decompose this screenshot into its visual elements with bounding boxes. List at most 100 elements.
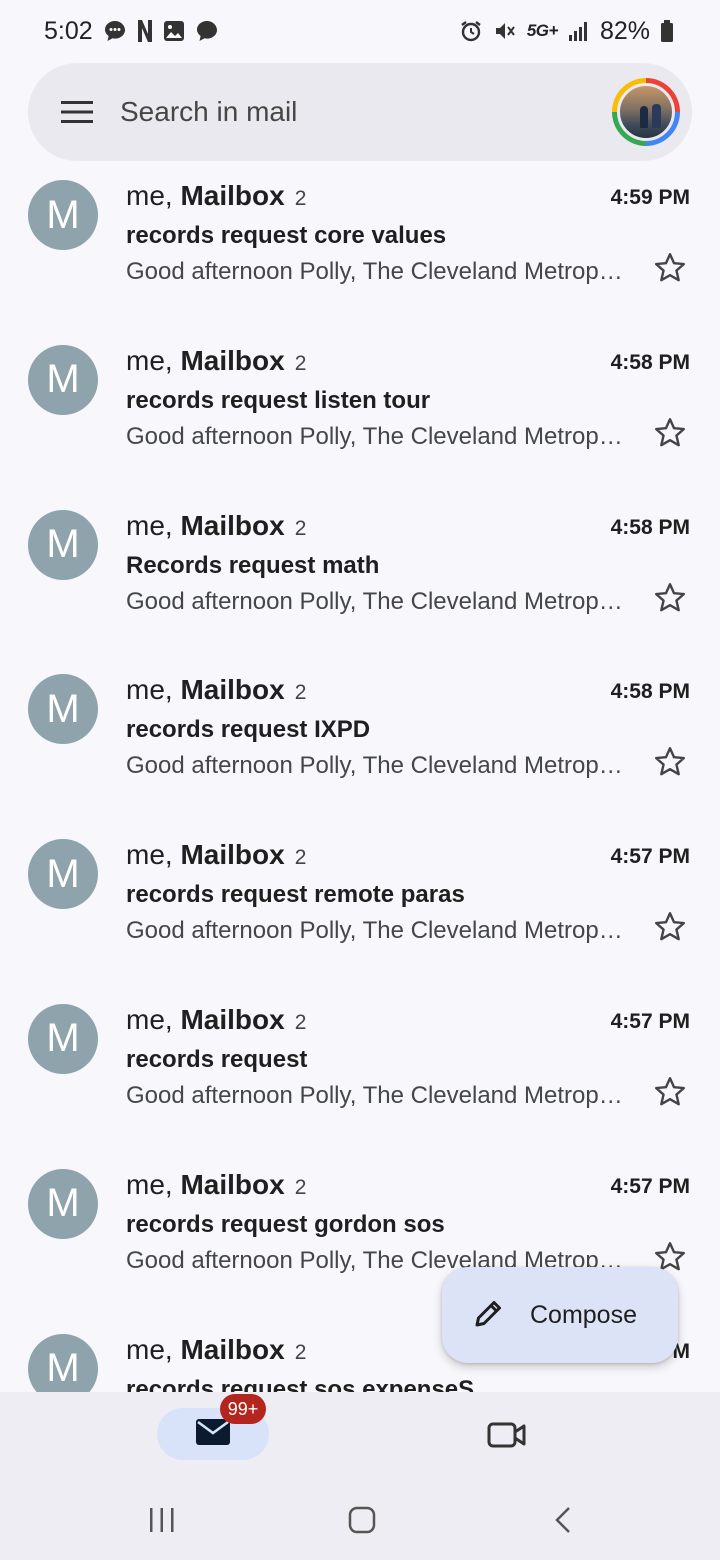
thread-count: 2	[294, 351, 307, 375]
message-icon	[195, 19, 219, 43]
thread-count: 2	[294, 1340, 307, 1364]
pencil-icon	[472, 1296, 506, 1335]
sender-mailbox: Mailbox	[180, 1333, 285, 1365]
sender-me: me,	[126, 180, 181, 211]
search-bar[interactable]: Search in mail	[28, 63, 692, 161]
sender-line: me, Mailbox 2	[126, 180, 306, 212]
back-icon[interactable]	[540, 1500, 588, 1540]
chat-bubble-icon	[103, 19, 127, 43]
thread-count: 2	[294, 681, 307, 705]
mail-snippet: Good afternoon Polly, The Cleveland Metr…	[126, 917, 626, 945]
mail-list[interactable]: Mme, Mailbox 2 4:59 PM records request core…	[0, 166, 720, 1392]
mail-row[interactable]: Mme, Mailbox 2 4:58 PM records request IXPD…	[0, 660, 720, 825]
compose-label: Compose	[530, 1300, 637, 1329]
netflix-icon	[137, 19, 153, 43]
system-nav	[0, 1482, 720, 1560]
mail-snippet: Good afternoon Polly, The Cleveland Metr…	[126, 422, 626, 450]
bottom-nav: 99+	[0, 1392, 720, 1482]
sender-me: me,	[126, 1168, 181, 1200]
unread-badge: 99+	[220, 1394, 266, 1424]
sender-avatar[interactable]: M	[28, 180, 98, 250]
mail-snippet: Good afternoon Polly, The Cleveland Metr…	[126, 587, 626, 615]
mail-subject: records request	[126, 1045, 308, 1073]
sender-avatar[interactable]: M	[28, 509, 98, 580]
menu-icon[interactable]	[48, 83, 106, 141]
mail-subject: records request gordon sos	[126, 1210, 445, 1238]
mail-subject: records request remote paras	[126, 881, 465, 909]
mail-time: 4:57 PM	[610, 1174, 690, 1198]
sender-mailbox: Mailbox	[180, 839, 285, 871]
sender-me: me,	[126, 839, 181, 871]
sender-line: me, Mailbox 2	[126, 510, 306, 542]
thread-count: 2	[294, 187, 307, 210]
mail-time: 4:57 PM	[610, 845, 690, 869]
mail-row[interactable]: Mme, Mailbox 2 4:57 PM records request Good …	[0, 990, 720, 1155]
thread-count: 2	[294, 1010, 307, 1034]
star-icon[interactable]	[650, 907, 690, 947]
thread-count: 2	[294, 846, 307, 870]
mail-subject: records request listen tour	[126, 386, 431, 414]
mail-time: 4:58 PM	[610, 350, 690, 374]
thread-count: 2	[294, 1175, 307, 1199]
status-time: 5:02	[44, 16, 93, 45]
mail-row[interactable]: Mme, Mailbox 2 4:59 PM records request core…	[0, 166, 720, 331]
sender-me: me,	[126, 1003, 181, 1035]
compose-button[interactable]: Compose	[442, 1267, 678, 1363]
battery-icon	[660, 20, 674, 42]
star-icon[interactable]	[650, 1072, 690, 1112]
sender-line: me, Mailbox 2	[126, 345, 306, 377]
account-avatar[interactable]	[612, 78, 680, 146]
signal-icon	[568, 20, 590, 42]
mail-time: 4:57 PM	[610, 1009, 690, 1033]
sender-mailbox: Mailbox	[180, 180, 285, 211]
mail-subject: records request sos expenseS	[126, 1375, 475, 1392]
mail-snippet: Good afternoon Polly, The Cleveland Metr…	[126, 1081, 626, 1109]
video-camera-icon[interactable]	[486, 1414, 528, 1456]
home-icon[interactable]	[338, 1500, 386, 1540]
sender-avatar[interactable]: M	[28, 344, 98, 415]
mail-snippet: Good afternoon Polly, The Cleveland Metr…	[126, 752, 626, 780]
star-icon[interactable]	[650, 248, 690, 288]
sender-me: me,	[126, 674, 181, 706]
mail-icon	[195, 1418, 231, 1451]
sender-line: me, Mailbox 2	[126, 839, 306, 871]
mail-row[interactable]: Mme, Mailbox 2 4:57 PM records request remo…	[0, 825, 720, 990]
mail-time: 4:58 PM	[610, 515, 690, 539]
sender-avatar[interactable]: M	[28, 674, 98, 745]
sender-me: me,	[126, 344, 181, 376]
mail-subject: Records request math	[126, 551, 380, 579]
status-bar: 5:02 5G+ 82%	[0, 0, 720, 62]
sender-avatar[interactable]: M	[28, 1003, 98, 1074]
mute-icon	[493, 19, 517, 43]
mail-row[interactable]: Mme, Mailbox 2 4:58 PM Records request math…	[0, 496, 720, 661]
sender-line: me, Mailbox 2	[126, 674, 306, 706]
sender-me: me,	[126, 509, 181, 541]
sender-avatar[interactable]: M	[28, 1333, 98, 1392]
sender-line: me, Mailbox 2	[126, 1334, 306, 1366]
star-icon[interactable]	[650, 578, 690, 618]
search-input[interactable]: Search in mail	[120, 96, 612, 128]
sender-mailbox: Mailbox	[180, 1003, 285, 1035]
star-icon[interactable]	[650, 742, 690, 782]
status-right: 5G+ 82%	[459, 17, 674, 46]
network-5g-icon: 5G+	[526, 21, 559, 40]
mail-time: 4:59 PM	[610, 186, 690, 209]
mail-snippet: Good afternoon Polly, The Cleveland Metr…	[126, 258, 626, 285]
status-left: 5:02	[44, 17, 219, 46]
mail-subject: records request core values	[126, 222, 447, 249]
mail-rows: Mme, Mailbox 2 4:59 PM records request core…	[0, 166, 720, 1392]
sender-avatar[interactable]: M	[28, 1168, 98, 1239]
recent-apps-icon[interactable]	[138, 1500, 186, 1540]
sender-mailbox: Mailbox	[180, 509, 285, 541]
sender-mailbox: Mailbox	[180, 344, 285, 376]
star-icon[interactable]	[650, 413, 690, 453]
sender-line: me, Mailbox 2	[126, 1169, 306, 1201]
sender-avatar[interactable]: M	[28, 839, 98, 910]
mail-row[interactable]: Mme, Mailbox 2 4:58 PM records request list…	[0, 331, 720, 496]
alarm-icon	[459, 19, 483, 43]
mail-subject: records request IXPD	[126, 716, 371, 744]
sender-me: me,	[126, 1333, 181, 1365]
thread-count: 2	[294, 516, 307, 540]
mail-time: 4:58 PM	[610, 680, 690, 704]
sender-mailbox: Mailbox	[180, 1168, 285, 1200]
